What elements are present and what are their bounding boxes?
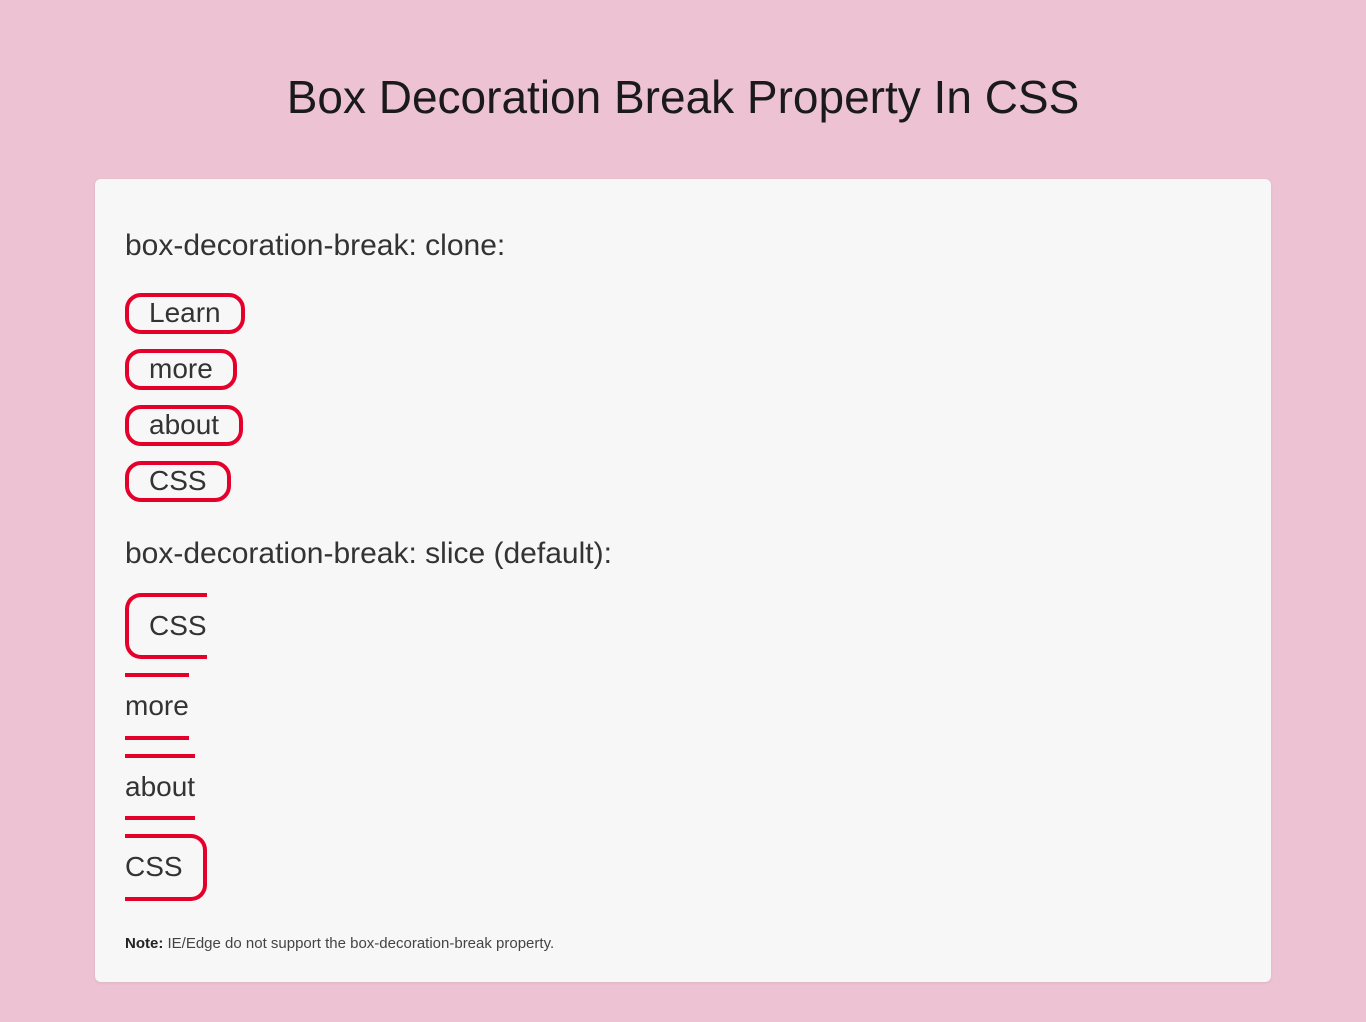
note-text: IE/Edge do not support the box-decoratio… xyxy=(163,935,554,952)
clone-word: Learn xyxy=(125,293,245,334)
slice-word: more xyxy=(125,673,189,739)
note-prefix: Note: xyxy=(125,935,163,952)
slice-word: CSS xyxy=(125,834,207,900)
slice-word: CSS xyxy=(125,593,207,659)
support-note: Note: IE/Edge do not support the box-dec… xyxy=(125,935,1241,952)
clone-word: more xyxy=(125,349,237,390)
page-title: Box Decoration Break Property In CSS xyxy=(95,70,1271,124)
clone-word: about xyxy=(125,405,243,446)
demo-card: box-decoration-break: clone: Learn more … xyxy=(95,179,1271,982)
clone-label: box-decoration-break: clone: xyxy=(125,229,1241,263)
clone-word: CSS xyxy=(125,461,231,502)
clone-demo: Learn more about CSS xyxy=(125,285,1241,509)
slice-word: about xyxy=(125,754,195,820)
slice-label: box-decoration-break: slice (default): xyxy=(125,537,1241,571)
page-root: Box Decoration Break Property In CSS box… xyxy=(0,0,1366,1022)
slice-demo: CSS more about CSS xyxy=(125,593,1241,915)
